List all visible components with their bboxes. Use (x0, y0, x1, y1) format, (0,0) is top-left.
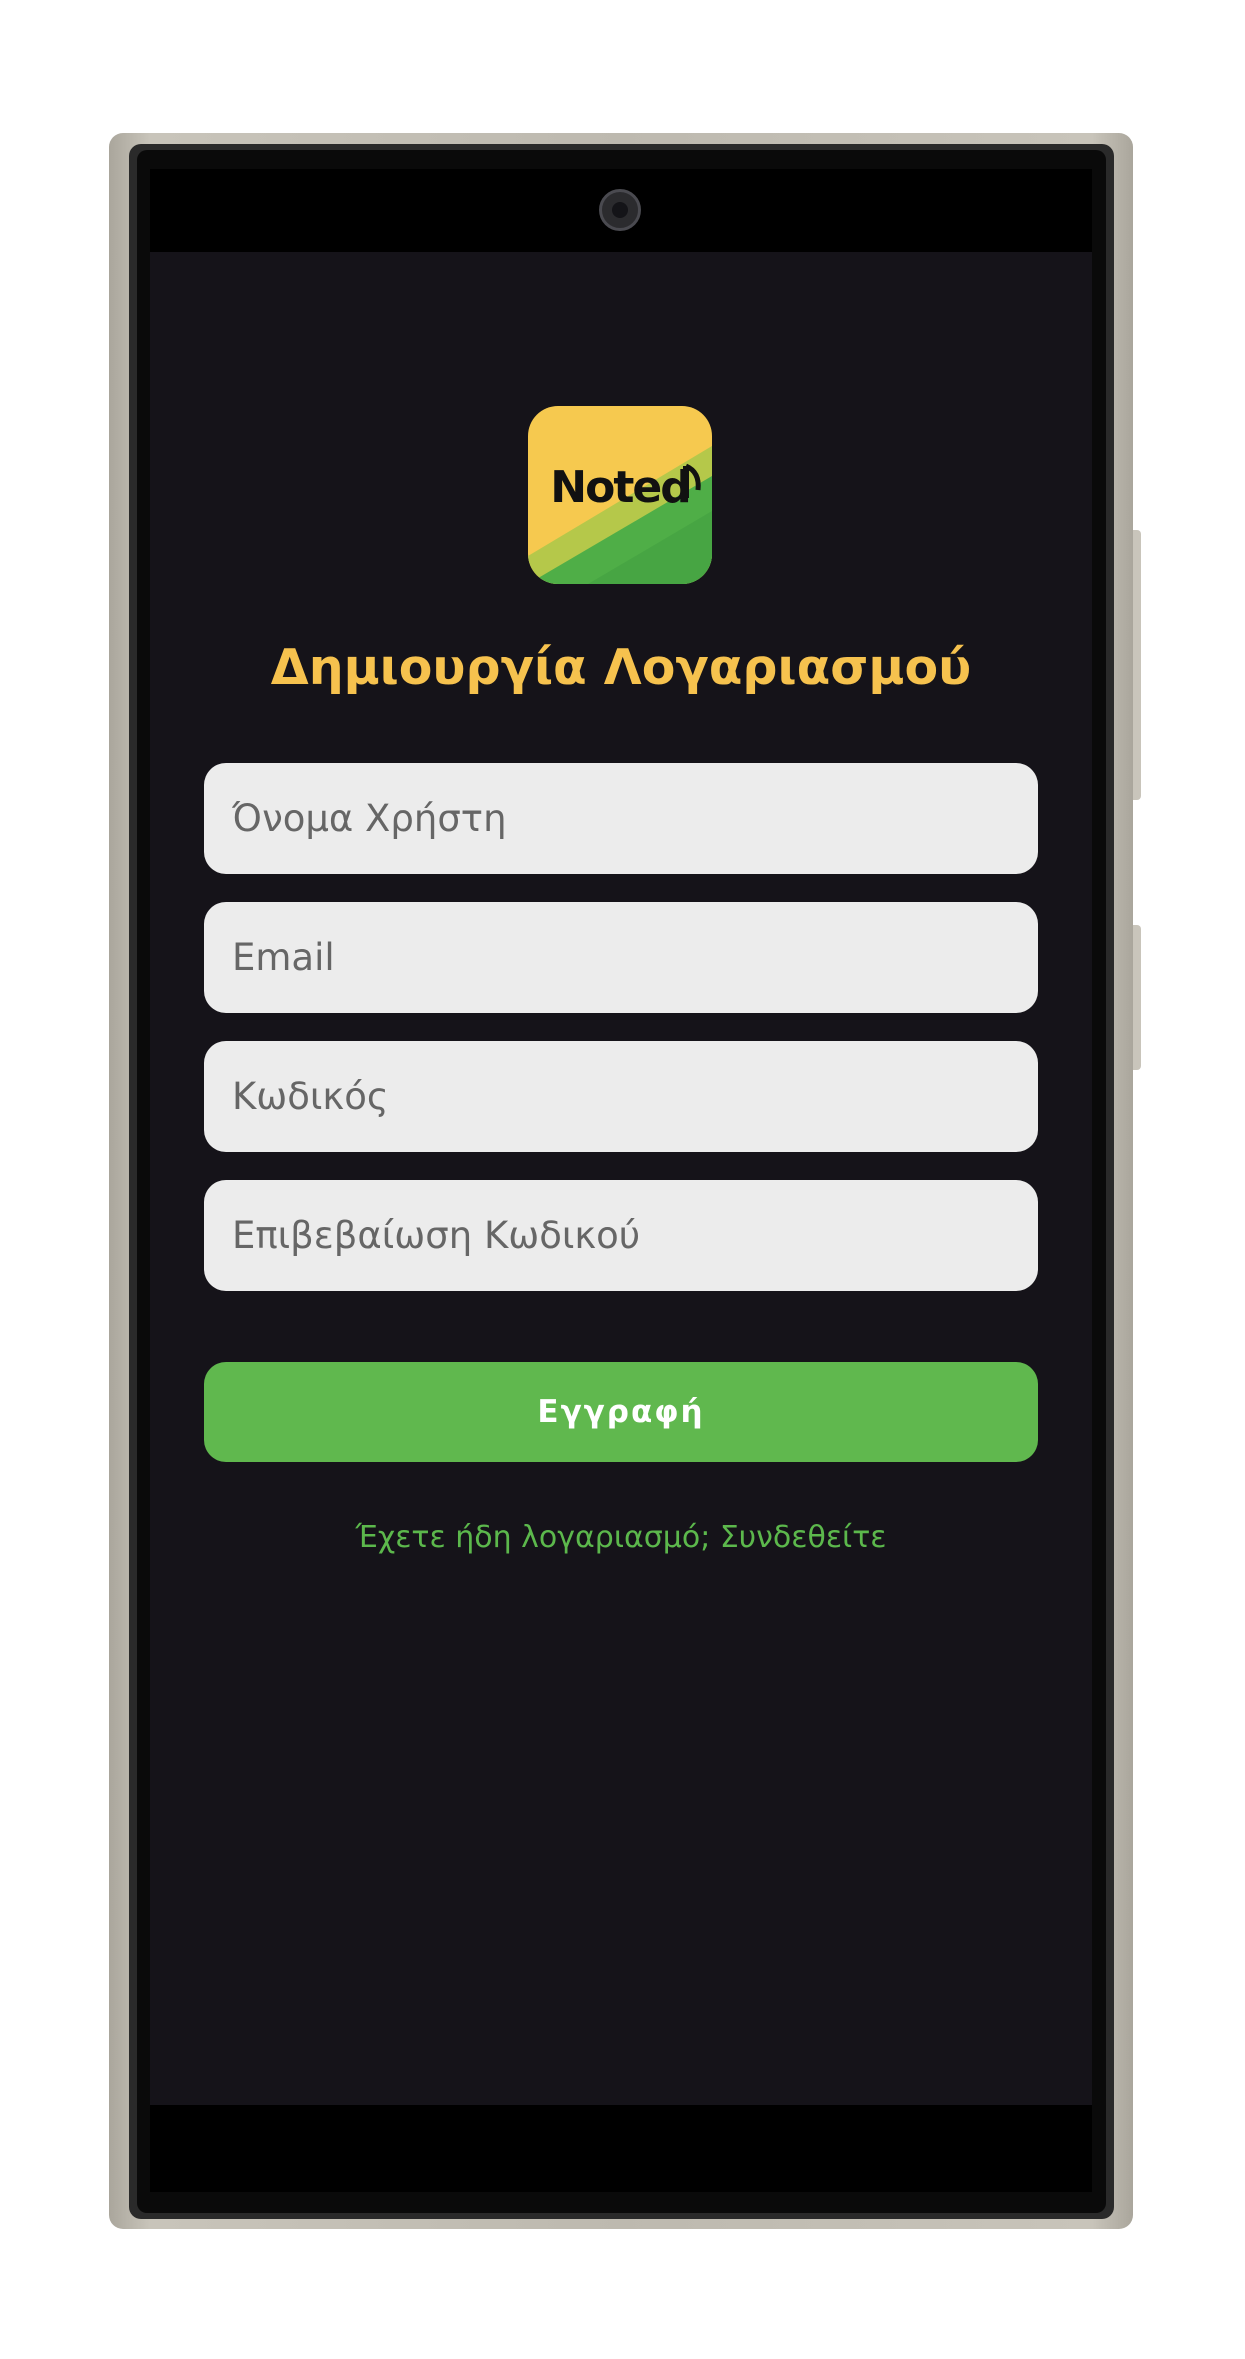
register-button[interactable]: Εγγραφή (204, 1362, 1038, 1462)
password-input[interactable] (204, 1041, 1038, 1152)
username-input[interactable] (204, 763, 1038, 874)
confirm-password-input[interactable] (204, 1180, 1038, 1291)
signup-screen: Noted Δημιουργία Λογαριασμού Εγγραφή Έχε… (150, 252, 1092, 2105)
volume-button (1133, 925, 1141, 1070)
navigation-bar (150, 2105, 1092, 2192)
email-input[interactable] (204, 902, 1038, 1013)
phone-screen: Noted Δημιουργία Λογαριασμού Εγγραφή Έχε… (150, 169, 1092, 2192)
page-title: Δημιουργία Λογαριασμού (270, 639, 972, 696)
front-camera-icon (599, 189, 641, 231)
power-button (1133, 530, 1141, 800)
noted-logo: Noted (528, 406, 712, 584)
status-bar (150, 169, 1092, 252)
login-link[interactable]: Έχετε ήδη λογαριασμό; Συνδεθείτε (150, 1520, 1092, 1555)
music-note-icon (683, 463, 701, 498)
